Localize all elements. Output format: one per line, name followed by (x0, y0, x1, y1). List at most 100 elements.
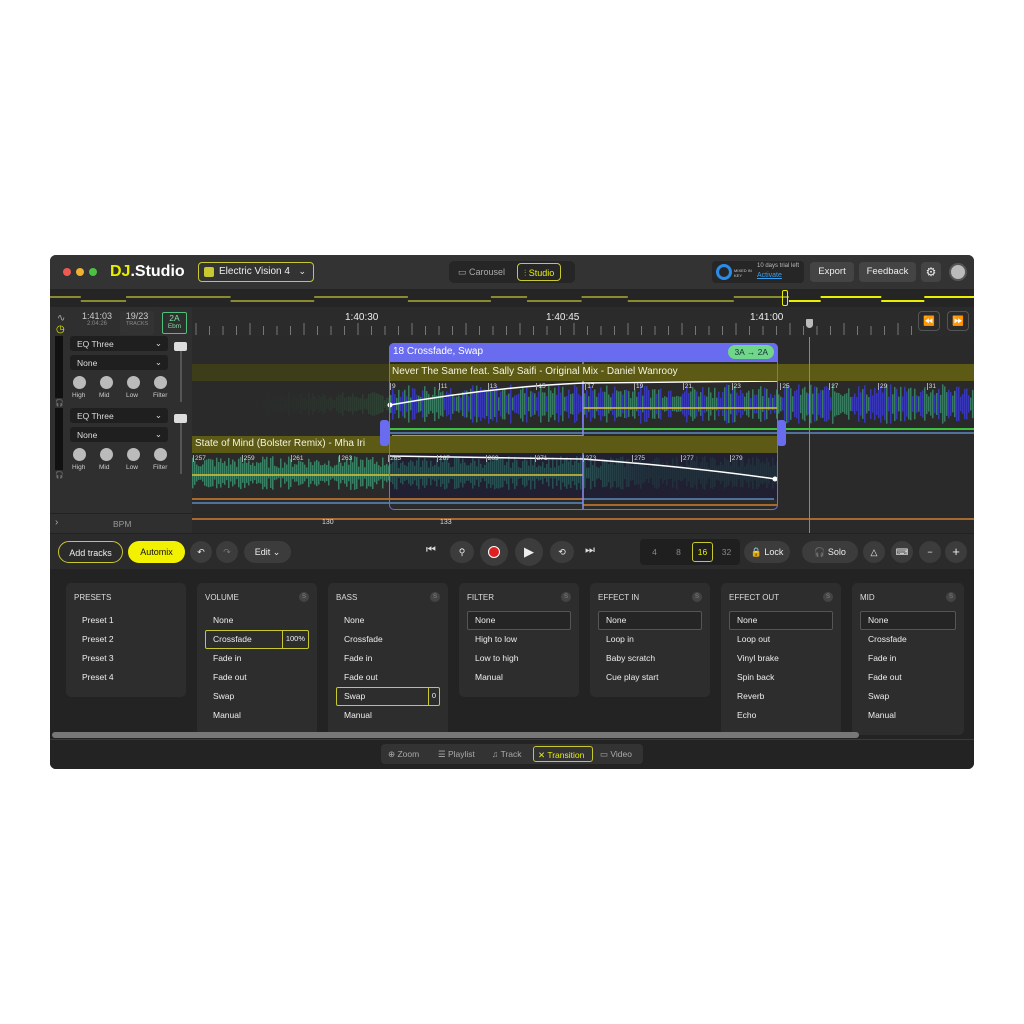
redo-icon[interactable]: ↷ (216, 541, 238, 563)
loop-icon[interactable]: ⟲ (550, 541, 574, 563)
track-lanes[interactable]: Never The Same feat. Sally Saifi - Origi… (192, 337, 974, 533)
headphones-icon[interactable]: 🎧 (55, 471, 64, 479)
lock-button[interactable]: 🔒 Lock (744, 541, 790, 563)
solo-icon[interactable]: S (692, 592, 702, 602)
option-swap[interactable]: Swap (205, 687, 309, 706)
tab-playlist[interactable]: ☰ Playlist (434, 746, 485, 762)
option-none[interactable]: None (467, 611, 571, 630)
tab-transition[interactable]: ✕ Transition (533, 746, 593, 762)
tab-video[interactable]: ▭ Video (596, 746, 640, 762)
option-loop-in[interactable]: Loop in (598, 630, 702, 649)
rewind-button[interactable]: ⏪ (918, 311, 940, 331)
zoom-out-button[interactable]: − (919, 541, 941, 563)
automix-button[interactable]: Automix (128, 541, 185, 563)
option-cue-play-start[interactable]: Cue play start (598, 668, 702, 687)
skip-forward-icon[interactable]: ⏭ (585, 544, 595, 557)
option-preset-4[interactable]: Preset 4 (74, 668, 178, 687)
bar-length-32[interactable]: 32 (716, 542, 737, 562)
option-loop-out[interactable]: Loop out (729, 630, 833, 649)
studio-tab[interactable]: ⫶ Studio (517, 263, 562, 281)
edit-menu-button[interactable]: Edit ⌄ (244, 541, 291, 563)
chevron-right-icon[interactable]: › (55, 517, 58, 528)
knob-mid[interactable] (100, 448, 113, 461)
option-fade-out[interactable]: Fade out (205, 668, 309, 687)
option-none[interactable]: None (729, 611, 833, 630)
option-crossfade[interactable]: Crossfade 100% (205, 630, 309, 649)
fx-select[interactable]: None ⌄ (70, 355, 168, 370)
close-window-button[interactable] (63, 268, 71, 276)
project-selector[interactable]: Electric Vision 4 ⌄ (198, 262, 314, 282)
option-none[interactable]: None (336, 611, 440, 630)
knob-filter[interactable] (154, 376, 167, 389)
add-tracks-button[interactable]: Add tracks (58, 541, 123, 563)
activate-link[interactable]: Activate (757, 272, 782, 279)
playhead-handle[interactable] (806, 319, 813, 328)
option-low-to-high[interactable]: Low to high (467, 649, 571, 668)
knob-low[interactable] (127, 376, 140, 389)
feedback-button[interactable]: Feedback (859, 262, 916, 282)
transition-start-handle[interactable] (380, 420, 389, 446)
solo-icon[interactable]: S (561, 592, 571, 602)
option-fade-in[interactable]: Fade in (860, 649, 956, 668)
knob-high[interactable] (73, 448, 86, 461)
keyboard-icon[interactable]: ⌨ (891, 541, 913, 563)
option-fade-out[interactable]: Fade out (336, 668, 440, 687)
waveform-icon[interactable]: ∿ (57, 313, 65, 324)
master-volume-knob[interactable] (949, 263, 967, 281)
transition-end-handle[interactable] (777, 420, 786, 446)
overview-strip[interactable] (50, 289, 974, 307)
option-preset-1[interactable]: Preset 1 (74, 611, 178, 630)
option-fade-in[interactable]: Fade in (336, 649, 440, 668)
option-vinyl-brake[interactable]: Vinyl brake (729, 649, 833, 668)
tab-zoom[interactable]: ⊕ Zoom (384, 746, 431, 762)
option-baby-scratch[interactable]: Baby scratch (598, 649, 702, 668)
fast-forward-button[interactable]: ⏩ (947, 311, 969, 331)
transition-header[interactable]: 18 Crossfade, Swap 3A → 2A (389, 343, 778, 362)
solo-icon[interactable]: S (430, 592, 440, 602)
settings-gear-icon[interactable]: ⚙ (921, 262, 941, 282)
overview-viewport-handle[interactable] (782, 290, 788, 306)
option-manual[interactable]: Manual (860, 706, 956, 725)
option-manual[interactable]: Manual (336, 706, 440, 725)
record-button[interactable] (480, 538, 508, 566)
option-preset-3[interactable]: Preset 3 (74, 649, 178, 668)
headphones-icon[interactable]: 🎧 (55, 399, 64, 407)
transition-box[interactable] (389, 343, 778, 510)
knob-high[interactable] (73, 376, 86, 389)
option-echo[interactable]: Echo (729, 706, 833, 725)
cue-icon[interactable]: ⚲ (450, 541, 474, 563)
export-button[interactable]: Export (810, 262, 854, 282)
knob-mid[interactable] (100, 376, 113, 389)
horizontal-scrollbar[interactable] (52, 732, 859, 738)
volume-fader-handle[interactable] (174, 342, 187, 351)
eq-select[interactable]: EQ Three ⌄ (70, 408, 168, 423)
timeline-ruler[interactable]: 1:40:30 1:40:45 1:41:00 ⏪ ⏩ (192, 307, 974, 337)
metronome-icon[interactable]: △ (863, 541, 885, 563)
option-none[interactable]: None (205, 611, 309, 630)
minimize-window-button[interactable] (76, 268, 84, 276)
carousel-tab[interactable]: ▭ Carousel (452, 263, 511, 281)
eq-select[interactable]: EQ Three ⌄ (70, 336, 168, 351)
bar-length-8[interactable]: 8 (668, 542, 689, 562)
option-none[interactable]: None (598, 611, 702, 630)
option-crossfade[interactable]: Crossfade (336, 630, 440, 649)
knob-low[interactable] (127, 448, 140, 461)
option-fade-out[interactable]: Fade out (860, 668, 956, 687)
solo-button[interactable]: 🎧 Solo (802, 541, 858, 563)
option-reverb[interactable]: Reverb (729, 687, 833, 706)
option-preset-2[interactable]: Preset 2 (74, 630, 178, 649)
bar-length-4[interactable]: 4 (644, 542, 665, 562)
option-crossfade[interactable]: Crossfade (860, 630, 956, 649)
play-button[interactable]: ▶ (515, 538, 543, 566)
option-manual[interactable]: Manual (205, 706, 309, 725)
option-swap[interactable]: Swap 0 (336, 687, 440, 706)
option-none[interactable]: None (860, 611, 956, 630)
clock-icon[interactable]: ◷ (56, 324, 65, 335)
option-high-to-low[interactable]: High to low (467, 630, 571, 649)
option-swap[interactable]: Swap (860, 687, 956, 706)
option-spin-back[interactable]: Spin back (729, 668, 833, 687)
option-manual[interactable]: Manual (467, 668, 571, 687)
solo-icon[interactable]: S (946, 592, 956, 602)
solo-icon[interactable]: S (299, 592, 309, 602)
volume-fader-handle[interactable] (174, 414, 187, 423)
